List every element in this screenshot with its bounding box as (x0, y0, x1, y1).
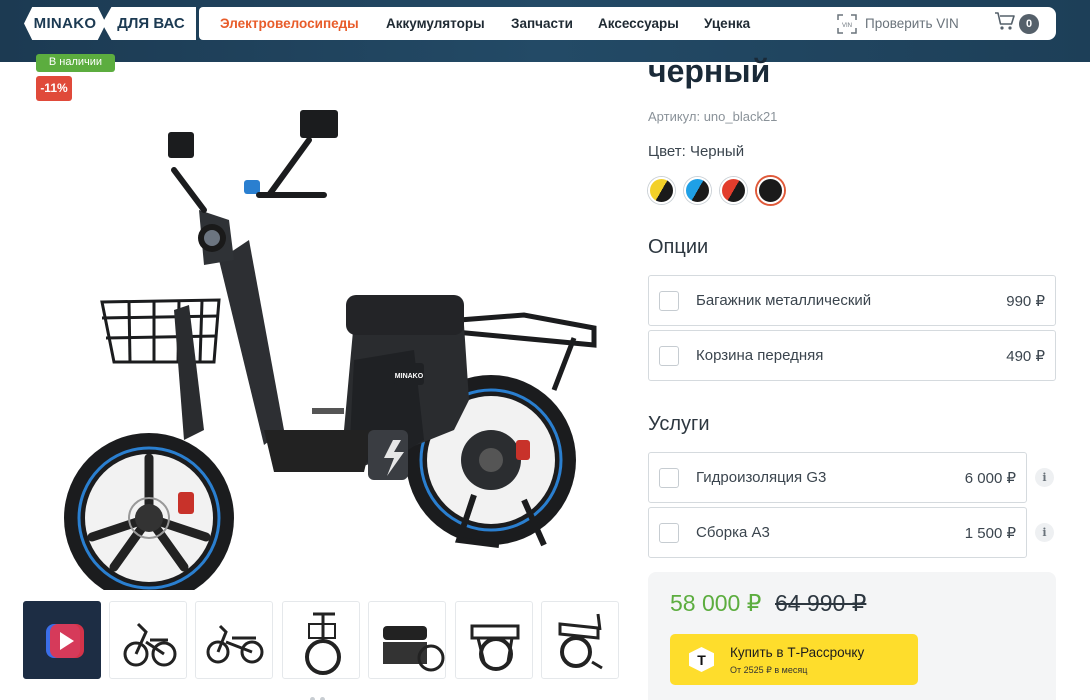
installment-subtitle: От 2525 ₽ в месяц (730, 665, 808, 675)
service-waterproofing-price: 6 000 ₽ (964, 469, 1016, 487)
product-sku: Артикул: uno_black21 (648, 109, 778, 124)
top-header: MINAKO ДЛЯ ВАС Электровелосипеды Аккумул… (0, 0, 1090, 62)
for-you-link[interactable]: ДЛЯ ВАС (102, 7, 196, 40)
vin-scan-icon: VIN (837, 13, 857, 34)
color-swatch-red-black[interactable] (720, 177, 747, 204)
installment-title: Купить в Т-Рассрочку (730, 645, 865, 660)
cart-count-badge: 0 (1019, 13, 1039, 34)
option-basket[interactable]: Корзина передняя 490 ₽ (648, 330, 1056, 381)
discount-badge: -11% (36, 76, 72, 101)
nav-item-ebikes[interactable]: Электровелосипеды (220, 16, 359, 31)
play-video-icon (46, 624, 84, 658)
info-icon[interactable]: i (1035, 468, 1054, 487)
thumb-scooter-front-basket (305, 612, 341, 675)
options-heading: Опции (648, 236, 709, 258)
minako-logo[interactable]: MINAKO (24, 7, 106, 40)
option-rack[interactable]: Багажник металлический 990 ₽ (648, 275, 1056, 326)
nav-item-accessories[interactable]: Аксессуары (598, 16, 679, 31)
check-vin-button[interactable]: VIN Проверить VIN (837, 13, 959, 34)
option-rack-label: Багажник металлический (696, 292, 872, 309)
info-icon[interactable]: i (1035, 523, 1054, 542)
current-price: 58 000 ₽ (670, 590, 762, 616)
thumb-image-5[interactable] (455, 601, 533, 679)
svg-text:VIN: VIN (842, 23, 852, 29)
thumb-scooter-rear (470, 624, 520, 671)
service-waterproofing-label: Гидроизоляция G3 (696, 469, 827, 486)
service-assembly-label: Сборка А3 (696, 524, 770, 541)
cart-icon (994, 11, 1016, 36)
service-assembly[interactable]: Сборка А3 1 500 ₽ (648, 507, 1027, 558)
svg-text:MINAKO: MINAKO (395, 373, 424, 380)
check-vin-label: Проверить VIN (865, 16, 959, 31)
tbank-logo-icon: Т (689, 647, 714, 672)
nav-item-parts[interactable]: Запчасти (511, 16, 573, 31)
option-rack-price: 990 ₽ (1006, 292, 1045, 310)
front-wheel (64, 433, 234, 603)
nav-item-markdown[interactable]: Уценка (704, 16, 750, 31)
cart-button[interactable]: 0 (994, 11, 1039, 36)
thumb-video[interactable] (23, 601, 101, 679)
option-basket-label: Корзина передняя (696, 347, 824, 364)
thumb-image-6[interactable] (541, 601, 619, 679)
services-heading: Услуги (648, 413, 710, 435)
thumb-image-4[interactable] (368, 601, 446, 679)
thumb-scooter-side (123, 622, 177, 667)
thumb-scooter-front (206, 624, 264, 664)
thumb-image-2[interactable] (195, 601, 273, 679)
thumb-scooter-seat (383, 626, 445, 672)
service-waterproofing[interactable]: Гидроизоляция G3 6 000 ₽ (648, 452, 1027, 503)
service-assembly-checkbox[interactable] (659, 522, 679, 543)
in-stock-badge: В наличии (36, 54, 115, 72)
nav-item-batteries[interactable]: Аккумуляторы (386, 16, 485, 31)
option-rack-checkbox[interactable] (659, 290, 679, 311)
option-basket-checkbox[interactable] (659, 345, 679, 366)
color-swatch-blue-black[interactable] (684, 177, 711, 204)
service-assembly-price: 1 500 ₽ (964, 524, 1016, 542)
old-price: 64 990 ₽ (775, 590, 867, 616)
thumb-scooter-rear-angle (558, 613, 603, 670)
thumb-image-1[interactable] (109, 601, 187, 679)
option-basket-price: 490 ₽ (1006, 347, 1045, 365)
color-label: Цвет: Черный (648, 143, 745, 160)
product-title: черный (648, 53, 771, 89)
service-waterproofing-checkbox[interactable] (659, 467, 679, 488)
color-swatch-black[interactable] (757, 177, 784, 204)
main-nav: Электровелосипеды Аккумуляторы Запчасти … (199, 7, 1056, 40)
color-swatch-yellow-black[interactable] (648, 177, 675, 204)
product-main-image[interactable]: MINAKO (54, 100, 614, 603)
thumb-image-3[interactable] (282, 601, 360, 679)
front-basket (100, 298, 221, 364)
installment-button[interactable]: Т Купить в Т-Рассрочку От 2525 ₽ в месяц (670, 634, 918, 685)
